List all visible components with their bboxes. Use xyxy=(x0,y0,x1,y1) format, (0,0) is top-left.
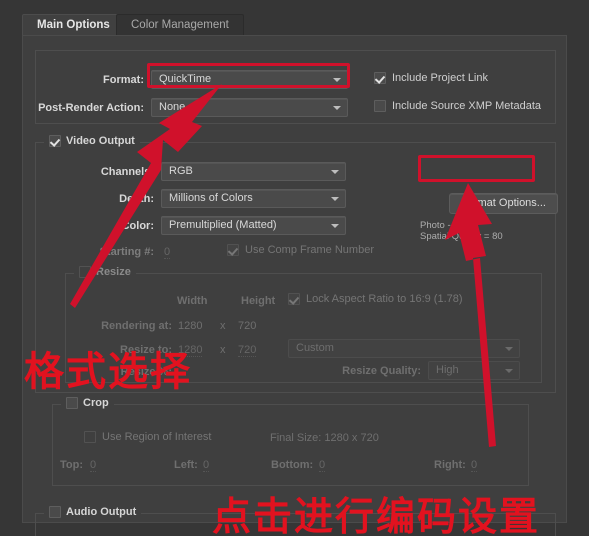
crop-top-label: Top: xyxy=(60,459,84,471)
crop-left-value[interactable]: 0 xyxy=(203,459,210,472)
resize-to-height[interactable]: 720 xyxy=(238,344,257,357)
crop-group: Crop Use Region of Interest Final Size: … xyxy=(52,397,529,486)
tab-main-options[interactable]: Main Options xyxy=(22,14,125,36)
post-render-action-dropdown[interactable]: None xyxy=(151,98,348,117)
include-source-xmp-checkbox[interactable] xyxy=(374,100,386,112)
final-size-label: Final Size: 1280 x 720 xyxy=(270,432,379,444)
audio-output-checkbox[interactable] xyxy=(49,506,61,518)
include-project-link-label: Include Project Link xyxy=(392,72,488,84)
use-comp-frame-number-label: Use Comp Frame Number xyxy=(245,244,374,256)
video-output-checkbox[interactable] xyxy=(49,135,61,147)
tab-strip: Main Options Color Management xyxy=(22,14,567,36)
rendering-at-height: 720 xyxy=(238,320,257,332)
format-options-button-label: Format Options... xyxy=(461,197,546,209)
chevron-down-icon xyxy=(333,106,341,110)
resize-quality-dropdown[interactable]: High xyxy=(428,361,520,380)
tab-color-management[interactable]: Color Management xyxy=(116,14,244,36)
crop-checkbox[interactable] xyxy=(66,397,78,409)
use-comp-frame-number-row[interactable]: Use Comp Frame Number xyxy=(227,244,374,256)
channels-dropdown[interactable]: RGB xyxy=(161,162,346,181)
codec-info-line2: Spatial Quality = 80 xyxy=(420,231,503,242)
include-source-xmp-label: Include Source XMP Metadata xyxy=(392,100,541,112)
crop-bottom-label: Bottom: xyxy=(271,459,314,471)
depth-label: Depth: xyxy=(119,193,154,205)
color-value: Premultiplied (Matted) xyxy=(169,219,277,231)
resize-quality-label: Resize Quality: xyxy=(342,365,421,377)
crop-bottom-value[interactable]: 0 xyxy=(319,459,326,472)
chevron-down-icon xyxy=(331,224,339,228)
resize-width-header: Width xyxy=(177,295,208,307)
resize-group-title[interactable]: Resize xyxy=(74,266,136,278)
color-label: Color: xyxy=(121,220,154,232)
channels-label: Channels: xyxy=(100,166,154,178)
chevron-down-icon xyxy=(333,78,341,82)
chevron-down-icon xyxy=(331,197,339,201)
chevron-down-icon xyxy=(331,170,339,174)
tab-main-options-label: Main Options xyxy=(37,19,110,31)
depth-value: Millions of Colors xyxy=(169,192,253,204)
include-source-xmp-row[interactable]: Include Source XMP Metadata xyxy=(374,100,541,112)
crop-group-title[interactable]: Crop xyxy=(61,397,114,409)
format-selection-annotation: 格式选择 xyxy=(24,349,192,395)
resize-preset-dropdown[interactable]: Custom xyxy=(288,339,520,358)
channels-value: RGB xyxy=(169,165,193,177)
starting-number-label: Starting #: xyxy=(99,246,154,258)
resize-height-header: Height xyxy=(241,295,276,307)
video-output-label: Video Output xyxy=(66,135,135,147)
chevron-down-icon xyxy=(505,347,513,351)
render-queue-output-module-dialog: Main Options Color Management Format: Qu… xyxy=(0,0,589,536)
rendering-at-x: x xyxy=(220,320,226,332)
format-options-button[interactable]: Format Options... xyxy=(449,193,558,214)
format-dropdown[interactable]: QuickTime xyxy=(151,70,348,89)
use-region-of-interest-label: Use Region of Interest xyxy=(102,431,212,443)
codec-info-line1: Photo - JPEG xyxy=(420,220,479,231)
include-project-link-checkbox[interactable] xyxy=(374,72,386,84)
post-render-action-label: Post-Render Action: xyxy=(38,102,144,114)
use-region-of-interest-row[interactable]: Use Region of Interest xyxy=(84,431,211,443)
format-dropdown-value: QuickTime xyxy=(159,73,212,85)
main-options-panel: Format: QuickTime Include Project Link P… xyxy=(22,35,567,536)
use-region-of-interest-checkbox[interactable] xyxy=(84,431,96,443)
lock-aspect-ratio-row[interactable]: Lock Aspect Ratio to 16:9 (1.78) xyxy=(288,293,463,305)
crop-right-label: Right: xyxy=(434,459,466,471)
audio-output-label: Audio Output xyxy=(66,506,137,518)
audio-output-group-title[interactable]: Audio Output xyxy=(44,506,142,518)
resize-checkbox[interactable] xyxy=(79,266,91,278)
post-render-action-value: None xyxy=(159,101,186,113)
crop-left-label: Left: xyxy=(174,459,198,471)
tab-color-management-label: Color Management xyxy=(131,19,229,31)
lock-aspect-ratio-checkbox[interactable] xyxy=(288,293,300,305)
starting-number-value[interactable]: 0 xyxy=(164,246,171,259)
resize-label: Resize xyxy=(96,266,131,278)
format-options-annotation: 点击进行编码设置 xyxy=(212,495,541,536)
crop-right-value[interactable]: 0 xyxy=(471,459,478,472)
rendering-at-width: 1280 xyxy=(178,320,203,332)
crop-top-value[interactable]: 0 xyxy=(90,459,97,472)
video-output-group-title[interactable]: Video Output xyxy=(44,135,140,147)
include-project-link-row[interactable]: Include Project Link xyxy=(374,72,488,84)
format-label: Format: xyxy=(103,74,144,86)
chevron-down-icon xyxy=(505,369,513,373)
color-dropdown[interactable]: Premultiplied (Matted) xyxy=(161,216,346,235)
resize-preset-value: Custom xyxy=(296,342,334,354)
depth-dropdown[interactable]: Millions of Colors xyxy=(161,189,346,208)
output-module-group: Format: QuickTime Include Project Link P… xyxy=(35,50,556,124)
rendering-at-label: Rendering at: xyxy=(101,320,172,332)
crop-label: Crop xyxy=(83,397,109,409)
resize-quality-value: High xyxy=(436,364,459,376)
resize-to-x: x xyxy=(220,344,226,356)
use-comp-frame-number-checkbox[interactable] xyxy=(227,244,239,256)
lock-aspect-ratio-label: Lock Aspect Ratio to 16:9 (1.78) xyxy=(306,293,463,305)
